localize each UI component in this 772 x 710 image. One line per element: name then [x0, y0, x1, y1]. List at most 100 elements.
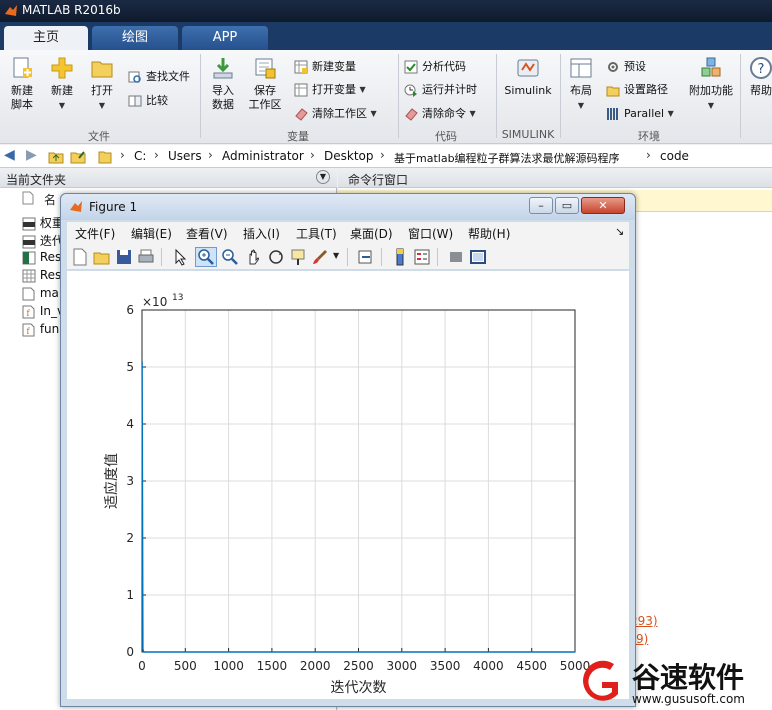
list-item[interactable]: f fun: [22, 322, 59, 337]
new-button[interactable]: 新建 ▼: [44, 56, 80, 113]
maximize-icon: ▭: [561, 199, 573, 212]
up-folder-icon[interactable]: [48, 149, 64, 164]
analyze-code-button[interactable]: 分析代码: [404, 58, 466, 76]
save-icon[interactable]: [115, 248, 133, 266]
list-item[interactable]: Res: [22, 268, 61, 283]
breadcrumb-item[interactable]: C:: [134, 149, 146, 163]
minimize-button[interactable]: –: [529, 197, 553, 214]
maximize-button[interactable]: ▭: [555, 197, 579, 214]
simulink-group-label: SIMULINK: [501, 128, 555, 141]
breadcrumb-item[interactable]: Users: [168, 149, 202, 163]
simulink-button[interactable]: Simulink: [502, 56, 554, 98]
dock-arrow-icon[interactable]: ↘: [615, 225, 624, 238]
run-and-time-icon: [404, 84, 417, 97]
link-plot-icon[interactable]: [357, 248, 375, 266]
clear-workspace-label: 清除工作区: [312, 107, 367, 120]
back-arrow-icon[interactable]: ◀: [4, 147, 15, 163]
new-script-label: 新建 脚本: [11, 84, 33, 111]
fitness-plot[interactable]: 0 500 1000 1500 2000 2500 3000 3500 4000 4500 5000…: [67, 271, 629, 699]
menu-insert[interactable]: 插入(I): [243, 225, 280, 242]
menu-view[interactable]: 查看(V): [186, 225, 228, 242]
tab-plots[interactable]: 绘图: [92, 26, 178, 50]
forward-arrow-icon[interactable]: ▶: [26, 147, 37, 163]
x-tick-label: 1000: [213, 659, 244, 673]
addons-button[interactable]: 附加功能 ▼: [688, 56, 734, 113]
address-bar: ◀ ▶ › C: › Users › Administrator › Deskt…: [0, 145, 772, 168]
zoom-in-icon[interactable]: [197, 248, 215, 266]
clear-workspace-button[interactable]: 清除工作区 ▼: [294, 105, 377, 123]
list-item[interactable]: f In_v: [22, 304, 64, 319]
y-tick-label: 4: [126, 417, 134, 431]
tab-home[interactable]: 主页: [4, 26, 88, 50]
save-workspace-label: 保存 工作区: [248, 84, 282, 111]
figure-title-bar[interactable]: Figure 1 – ▭ ✕: [61, 194, 635, 220]
zoom-out-icon[interactable]: [221, 248, 239, 266]
watermark-logo-icon: [583, 660, 618, 701]
set-path-label: 设置路径: [624, 83, 668, 96]
figure-window[interactable]: Figure 1 – ▭ ✕ 文件(F) 编辑(E) 查看(V) 插入(I) 工…: [60, 193, 636, 707]
panel-actions-icon[interactable]: ▼: [316, 170, 330, 184]
new-script-button[interactable]: 新建 脚本: [4, 56, 40, 112]
list-item[interactable]: Res: [22, 250, 61, 265]
compare-button[interactable]: 比较: [128, 92, 168, 110]
chevron-down-icon: ▼: [98, 101, 106, 110]
command-window-header: 命令行窗口: [338, 168, 772, 188]
print-icon[interactable]: [137, 248, 155, 266]
chevron-down-icon: ▼: [707, 101, 715, 110]
new-variable-button[interactable]: 新建变量: [294, 58, 356, 76]
list-item[interactable]: 权重: [22, 214, 64, 231]
pointer-arrow-icon[interactable]: [171, 248, 189, 266]
menu-help[interactable]: 帮助(H): [468, 225, 510, 242]
environment-group-label: 环境: [638, 130, 660, 143]
pan-hand-icon[interactable]: [245, 248, 263, 266]
menu-file[interactable]: 文件(F): [75, 225, 115, 242]
menu-edit[interactable]: 编辑(E): [131, 225, 172, 242]
menu-window[interactable]: 窗口(W): [408, 225, 453, 242]
clear-commands-button[interactable]: 清除命令 ▼: [404, 105, 476, 123]
open-file-icon[interactable]: [93, 248, 111, 266]
parallel-icon: [607, 108, 618, 120]
parallel-button[interactable]: Parallel ▼: [606, 105, 674, 123]
png-icon: [22, 235, 36, 248]
save-workspace-button[interactable]: 保存 工作区: [246, 56, 284, 112]
menu-tools[interactable]: 工具(T): [296, 225, 337, 242]
file-name: mai: [39, 286, 63, 300]
browse-folder-icon[interactable]: [70, 149, 86, 164]
name-column-header[interactable]: 名: [44, 191, 56, 208]
breadcrumb-item[interactable]: Administrator: [222, 149, 304, 163]
breadcrumb-separator: ›: [646, 148, 651, 162]
breadcrumb-item[interactable]: Desktop: [324, 149, 374, 163]
list-item[interactable]: mai: [22, 286, 62, 301]
legend-icon[interactable]: [413, 248, 431, 266]
figure-canvas[interactable]: 0 500 1000 1500 2000 2500 3000 3500 4000 4500 5000…: [67, 271, 629, 699]
figure-toolbar: ▼: [67, 244, 629, 270]
list-item[interactable]: 迭代: [22, 232, 64, 249]
open-button[interactable]: 打开 ▼: [84, 56, 120, 113]
addons-cubes-icon: [701, 57, 721, 77]
preferences-button[interactable]: 预设: [606, 58, 646, 76]
close-button[interactable]: ✕: [581, 197, 625, 214]
breadcrumb-item[interactable]: code: [660, 149, 689, 163]
help-button[interactable]: ? 帮助: [746, 56, 772, 98]
open-variable-button[interactable]: 打开变量 ▼: [294, 81, 366, 99]
rotate-3d-icon[interactable]: [267, 248, 285, 266]
show-plot-tools-icon[interactable]: [469, 248, 487, 266]
new-figure-icon[interactable]: [71, 248, 89, 266]
import-data-button[interactable]: 导入 数据: [204, 56, 242, 112]
tab-apps[interactable]: APP: [182, 26, 268, 50]
x-tick-label: 0: [138, 659, 146, 673]
set-path-button[interactable]: 设置路径: [606, 81, 668, 99]
colorbar-icon[interactable]: [391, 248, 409, 266]
run-and-time-button[interactable]: 运行并计时: [404, 81, 477, 99]
chevron-down-icon[interactable]: ▼: [333, 251, 339, 260]
layout-button[interactable]: 布局 ▼: [564, 56, 598, 113]
set-path-icon: [606, 86, 620, 97]
breadcrumb-item[interactable]: 基于matlab编程粒子群算法求最优解源码程序: [394, 150, 620, 166]
brush-icon[interactable]: [311, 248, 329, 266]
hide-plot-tools-icon[interactable]: [447, 248, 465, 266]
find-files-button[interactable]: 查找文件: [128, 68, 190, 86]
data-cursor-icon[interactable]: [289, 248, 307, 266]
error-link[interactable]: 9): [636, 632, 648, 646]
folder-icon: [98, 151, 112, 164]
menu-desktop[interactable]: 桌面(D): [350, 225, 393, 242]
